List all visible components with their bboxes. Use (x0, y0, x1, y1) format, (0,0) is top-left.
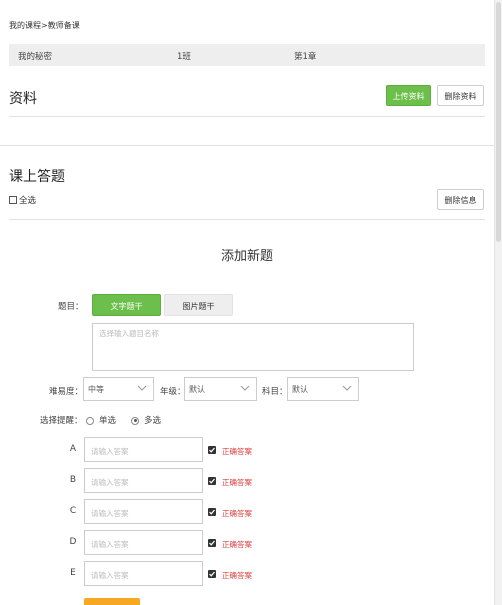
grade-select[interactable]: 默认 (184, 377, 257, 401)
upload-materials-button[interactable]: 上传资料 (386, 85, 431, 106)
correct-answer-label: 正确答案 (222, 478, 252, 487)
answer-input[interactable]: 请输入答案 (84, 530, 203, 555)
answer-input[interactable]: 请输入答案 (84, 468, 203, 493)
answer-input[interactable]: 请输入答案 (84, 499, 203, 524)
correct-answer-label: 正确答案 (222, 571, 252, 580)
chevron-down-icon (137, 385, 147, 391)
checkbox-icon (209, 447, 215, 453)
vertical-scrollbar[interactable] (494, 0, 502, 605)
answer-input[interactable]: 请输入答案 (84, 561, 203, 586)
single-choice-label: 单选 (99, 416, 117, 426)
tab-image-stem[interactable]: 图片题干 (164, 294, 233, 316)
add-question-title: 添加新题 (220, 249, 273, 264)
correct-answer-label: 正确答案 (222, 509, 252, 518)
correct-answer-checkbox[interactable] (208, 446, 216, 454)
radio-single-choice[interactable]: 单选 (86, 414, 116, 426)
correct-answer-label: 正确答案 (222, 447, 252, 456)
checkbox-icon (209, 509, 215, 515)
option-letter: E (70, 568, 76, 578)
chevron-down-icon (240, 385, 250, 391)
chevron-down-icon (342, 385, 352, 391)
select-all-checkbox[interactable]: 全选 (9, 194, 36, 206)
divider (9, 219, 485, 220)
questions-title: 课上答题 (9, 169, 65, 185)
subject-value: 默认 (292, 385, 308, 394)
correct-answer-checkbox[interactable] (208, 477, 216, 485)
option-letter: D (69, 537, 77, 547)
grade-label: 年级： (160, 387, 186, 397)
topic-label: 题目： (58, 302, 84, 312)
subject-label: 科目： (262, 387, 288, 397)
checkbox-icon (209, 571, 215, 577)
class-name: 1班 (177, 52, 191, 62)
divider (9, 116, 485, 117)
course-name: 我的秘密 (18, 52, 53, 62)
difficulty-value: 中等 (88, 385, 104, 394)
submit-button[interactable] (84, 598, 140, 605)
difficulty-select[interactable]: 中等 (83, 377, 154, 401)
correct-answer-checkbox[interactable] (208, 508, 216, 516)
radio-icon (131, 416, 139, 425)
radio-multi-choice[interactable]: 多选 (131, 414, 161, 426)
breadcrumb[interactable]: 我的课程>教师备课 (9, 20, 80, 31)
grade-value: 默认 (189, 385, 205, 394)
section-divider (0, 145, 494, 146)
multi-choice-label: 多选 (144, 416, 162, 426)
question-type-label: 选择提醒： (40, 416, 83, 426)
select-all-label: 全选 (19, 196, 37, 206)
course-info-bar: 我的秘密 1班 第1章 (9, 44, 485, 66)
correct-answer-label: 正确答案 (222, 540, 252, 549)
correct-answer-checkbox[interactable] (208, 539, 216, 547)
checkbox-icon (209, 540, 215, 546)
tab-text-stem[interactable]: 文字题干 (92, 294, 161, 316)
scrollbar-thumb[interactable] (496, 2, 501, 242)
chapter-name: 第1章 (294, 52, 317, 62)
page: 我的课程>教师备课 我的秘密 1班 第1章 资料 上传资料 删除资料 课上答题 … (0, 0, 494, 605)
option-letter: A (69, 444, 77, 454)
subject-select[interactable]: 默认 (287, 377, 359, 401)
radio-icon (86, 416, 94, 425)
materials-title: 资料 (9, 91, 37, 107)
option-letter: B (69, 475, 77, 485)
option-letter: C (69, 506, 77, 516)
delete-materials-button[interactable]: 删除资料 (437, 85, 484, 106)
checkbox-icon (9, 196, 17, 204)
correct-answer-checkbox[interactable] (208, 570, 216, 578)
delete-info-button[interactable]: 删除信息 (437, 189, 484, 210)
topic-textarea[interactable]: 选择输入题目名称 (92, 323, 414, 371)
checkbox-icon (209, 478, 215, 484)
answer-input[interactable]: 请输入答案 (84, 437, 203, 462)
difficulty-label: 难易度： (49, 387, 84, 397)
